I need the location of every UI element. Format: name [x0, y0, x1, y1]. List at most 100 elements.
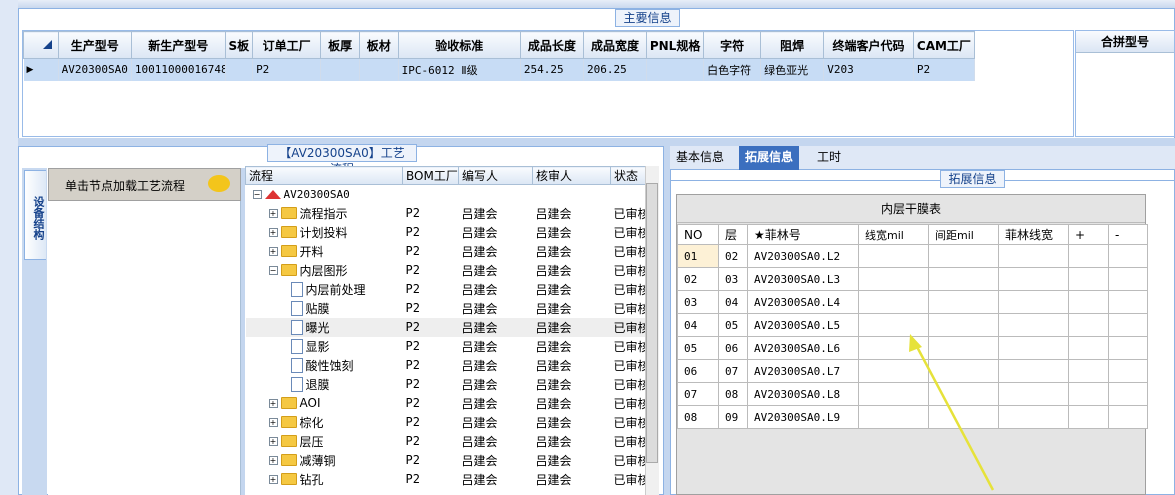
table-cell[interactable] — [858, 336, 929, 360]
tree-row[interactable]: 酸性蚀刻 P2 吕建会 吕建会 已审核 — [246, 356, 646, 375]
expand-icon[interactable]: + — [268, 227, 278, 237]
table-cell[interactable] — [1068, 313, 1109, 337]
table-cell[interactable]: AV20300SA0.L4 — [747, 290, 859, 314]
table-cell[interactable] — [928, 267, 999, 291]
tree-row[interactable]: 曝光 P2 吕建会 吕建会 已审核 — [245, 317, 646, 337]
table-row[interactable]: 03 04 AV20300SA0.L4 — [677, 290, 1148, 314]
table-cell[interactable]: AV20300SA0.L6 — [747, 336, 859, 360]
table-cell[interactable] — [998, 405, 1069, 429]
table-row[interactable]: 01 02 AV20300SA0.L2 — [677, 244, 1148, 268]
expand-icon[interactable]: + — [268, 398, 278, 408]
table-cell[interactable]: 10011000016748 — [131, 58, 226, 81]
column-header[interactable]: 字符 — [703, 31, 762, 59]
table-cell[interactable]: 254.25 — [520, 58, 584, 81]
table-cell[interactable] — [858, 267, 929, 291]
tree-node-cell[interactable]: − AV20300SA0 — [246, 185, 403, 204]
flow-column-header[interactable]: BOM工厂 — [402, 166, 459, 185]
column-header[interactable]: 阻焊 — [760, 31, 825, 59]
table-cell[interactable] — [1108, 290, 1148, 314]
table-cell[interactable] — [1068, 382, 1109, 406]
tree-row[interactable]: + 流程指示 P2 吕建会 吕建会 已审核 — [246, 204, 646, 223]
expand-icon[interactable]: + — [268, 417, 278, 427]
table-cell[interactable] — [998, 267, 1069, 291]
table-cell[interactable] — [1108, 382, 1148, 406]
table-cell[interactable]: 04 — [718, 290, 748, 314]
table-cell[interactable]: 05 — [718, 313, 748, 337]
flow-column-header[interactable]: 编写人 — [458, 166, 533, 185]
table-cell[interactable]: 02 — [677, 267, 719, 291]
expand-icon[interactable]: + — [268, 455, 278, 465]
tree-row[interactable]: + 钻孔 P2 吕建会 吕建会 已审核 — [246, 470, 646, 489]
table-row[interactable]: 06 07 AV20300SA0.L7 — [677, 359, 1148, 383]
table-cell[interactable] — [998, 290, 1069, 314]
main-info-grid[interactable]: 生产型号 新生产型号 S板 订单工厂 板厚 板材 验收标准 成品长度 成品宽度 PNL规格 字符 阻焊… — [22, 30, 1074, 137]
column-header[interactable]: CAM工厂 — [912, 31, 976, 59]
table-cell[interactable] — [858, 382, 929, 406]
column-header[interactable]: PNL规格 — [646, 31, 705, 59]
table-row[interactable]: ▶ AV20300SA0 10011000016748 P2 IPC-6012 Ⅱ级 2… — [23, 58, 976, 81]
tree-node-cell[interactable]: 退膜 — [246, 375, 403, 394]
expand-icon[interactable]: + — [268, 246, 278, 256]
tree-node-cell[interactable]: + 开料 — [246, 242, 403, 261]
table-cell[interactable] — [1068, 405, 1109, 429]
table-cell[interactable]: V203 — [823, 58, 914, 81]
column-header[interactable]: 成品宽度 — [582, 31, 648, 59]
expand-icon[interactable]: + — [268, 208, 278, 218]
inner-column-header[interactable]: 层 — [718, 224, 748, 245]
table-cell[interactable] — [1108, 244, 1148, 268]
table-cell[interactable]: 09 — [718, 405, 748, 429]
inner-dry-film-grid[interactable]: NO 层 ★菲林号 线宽mil 间距mil 菲林线宽 + - 01 02 AV20300SA0.L… — [676, 194, 1148, 495]
horizontal-splitter[interactable] — [18, 138, 1175, 146]
table-cell[interactable]: 03 — [677, 290, 719, 314]
tab-basic-info[interactable]: 基本信息 — [670, 146, 730, 170]
tree-row[interactable]: − AV20300SA0 — [246, 185, 646, 204]
table-cell[interactable]: P2 — [252, 58, 322, 81]
table-row[interactable]: 07 08 AV20300SA0.L8 — [677, 382, 1148, 406]
column-header[interactable]: 生产型号 — [57, 31, 132, 59]
table-cell[interactable] — [928, 336, 999, 360]
table-cell[interactable]: 07 — [677, 382, 719, 406]
table-cell[interactable] — [928, 313, 999, 337]
inner-column-header[interactable]: 线宽mil — [858, 224, 929, 245]
tree-node-cell[interactable]: + AOI — [246, 394, 403, 413]
node-list-area[interactable] — [48, 201, 241, 495]
table-cell[interactable]: P2 — [913, 58, 976, 81]
table-cell[interactable]: AV20300SA0.L9 — [747, 405, 859, 429]
table-cell[interactable]: 07 — [718, 359, 748, 383]
expand-icon[interactable]: + — [268, 436, 278, 446]
table-cell[interactable]: AV20300SA0.L5 — [747, 313, 859, 337]
inner-column-header[interactable]: - — [1108, 224, 1148, 245]
tree-node-cell[interactable]: + 层压 — [246, 432, 403, 451]
collapse-icon[interactable]: − — [252, 189, 262, 199]
table-cell[interactable] — [928, 382, 999, 406]
tree-node-cell[interactable]: 贴膜 — [246, 299, 403, 318]
table-row[interactable]: 05 06 AV20300SA0.L6 — [677, 336, 1148, 360]
tree-row[interactable]: − 内层图形 P2 吕建会 吕建会 已审核 — [246, 261, 646, 280]
flow-scrollbar-thumb[interactable] — [646, 183, 658, 463]
table-row[interactable]: 08 09 AV20300SA0.L9 — [677, 405, 1148, 429]
table-cell[interactable] — [1108, 267, 1148, 291]
column-header[interactable]: S板 — [224, 31, 254, 59]
tree-row[interactable]: + 开料 P2 吕建会 吕建会 已审核 — [246, 242, 646, 261]
table-cell[interactable]: 05 — [677, 336, 719, 360]
table-cell[interactable]: 02 — [718, 244, 748, 268]
tab-extended-info[interactable]: 拓展信息 — [739, 146, 800, 170]
table-cell[interactable]: 08 — [677, 405, 719, 429]
table-cell[interactable]: 06 — [677, 359, 719, 383]
column-header[interactable]: 订单工厂 — [252, 31, 322, 59]
tree-node-cell[interactable]: 曝光 — [245, 317, 403, 337]
table-cell[interactable]: 绿色亚光 — [760, 58, 825, 81]
table-cell[interactable] — [1108, 336, 1148, 360]
tree-node-cell[interactable]: + 计划投料 — [246, 223, 403, 242]
inner-column-header[interactable]: 菲林线宽 — [998, 224, 1069, 245]
table-row[interactable]: 04 05 AV20300SA0.L5 — [677, 313, 1148, 337]
tree-row[interactable]: + 减薄铜 P2 吕建会 吕建会 已审核 — [246, 451, 646, 470]
expand-icon[interactable]: + — [268, 474, 278, 484]
tree-row[interactable]: 显影 P2 吕建会 吕建会 已审核 — [246, 337, 646, 356]
table-cell[interactable]: 04 — [677, 313, 719, 337]
table-cell[interactable] — [928, 359, 999, 383]
flow-column-header[interactable]: 状态 — [610, 166, 646, 185]
collapse-icon[interactable]: − — [268, 265, 278, 275]
table-cell[interactable] — [1068, 290, 1109, 314]
table-cell[interactable] — [928, 290, 999, 314]
